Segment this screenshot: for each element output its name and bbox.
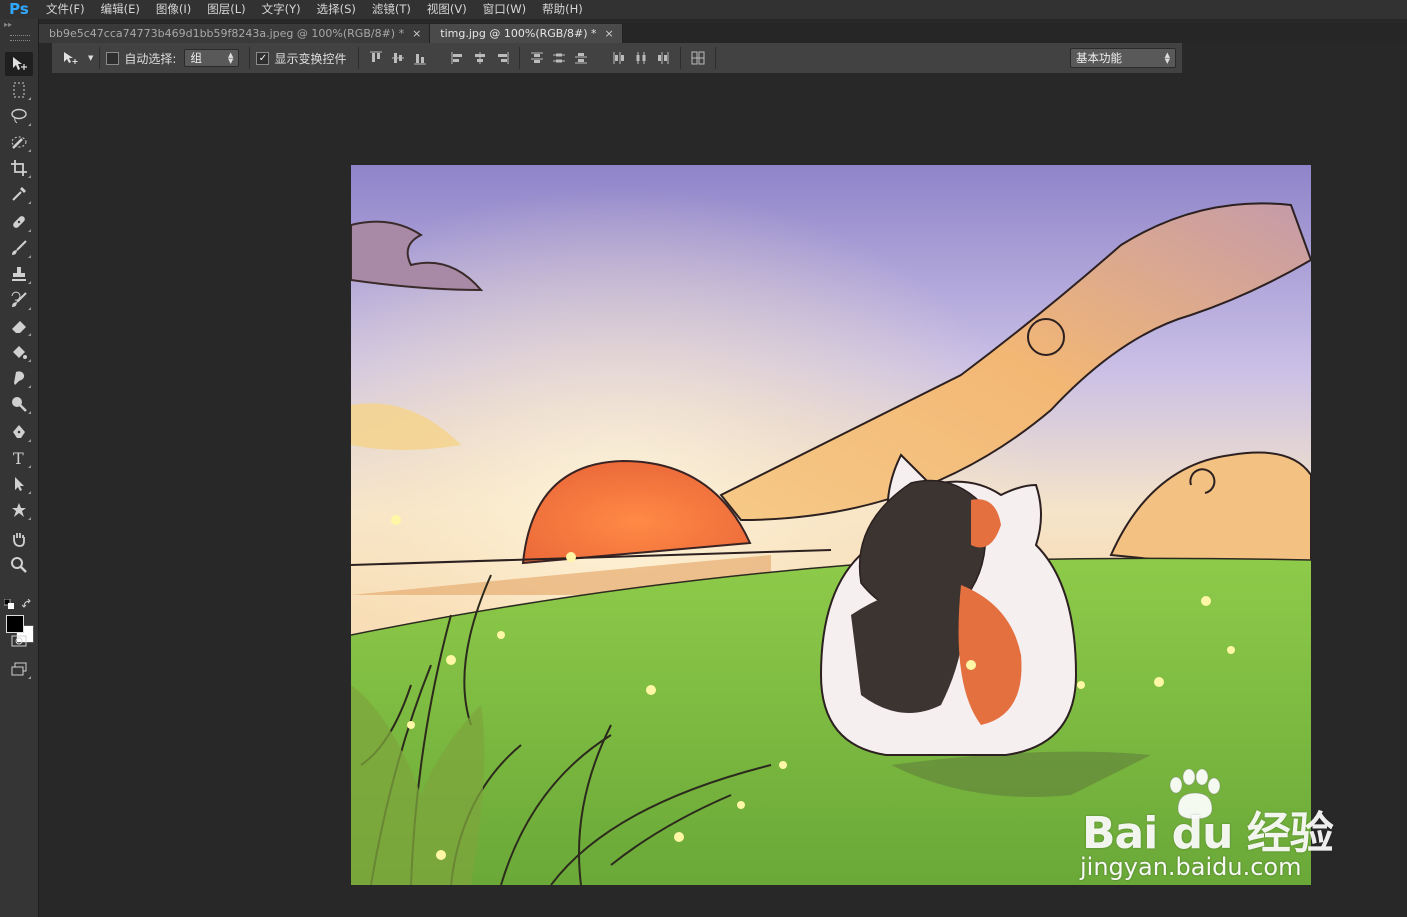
default-colors-icon[interactable] (4, 599, 14, 609)
align-bottom-icon[interactable] (412, 50, 428, 66)
close-icon[interactable]: × (605, 27, 614, 40)
pen-tool-icon[interactable] (5, 420, 33, 444)
close-icon[interactable]: × (412, 27, 421, 40)
custom-shape-tool-icon[interactable] (5, 498, 33, 522)
menu-image[interactable]: 图像(I) (148, 0, 199, 19)
auto-select-label: 自动选择: (124, 51, 177, 66)
swap-colors-icon[interactable] (22, 599, 32, 609)
menu-type[interactable]: 文字(Y) (254, 0, 309, 19)
select-arrows-icon: ▲ ▼ (228, 51, 234, 65)
options-bar: ▼ 自动选择: 组 ▲ ▼ ✓ 显示变换控件 基本功能 ▲ ▼ (52, 43, 1182, 73)
separator (519, 47, 521, 69)
path-select-tool-icon[interactable] (5, 472, 33, 496)
distribute-right-icon[interactable] (655, 50, 671, 66)
tool-preset-picker[interactable]: ▼ (62, 50, 93, 66)
align-right-icon[interactable] (494, 50, 510, 66)
photoshop-logo: Ps (9, 0, 29, 18)
clone-stamp-tool-icon[interactable] (5, 262, 33, 286)
paint-bucket-tool-icon[interactable] (5, 340, 33, 364)
separator (358, 47, 360, 69)
crop-tool-icon[interactable] (5, 156, 33, 180)
show-transform-label: 显示变换控件 (274, 51, 347, 66)
separator (249, 47, 251, 69)
auto-align-layers-icon[interactable] (690, 50, 706, 66)
menu-file[interactable]: 文件(F) (38, 0, 93, 19)
separator (680, 47, 682, 69)
watermark-brand-text: Bai du 经验 (1082, 808, 1334, 859)
distribute-left-icon[interactable] (611, 50, 627, 66)
align-top-icon[interactable] (368, 50, 384, 66)
panel-grip-icon[interactable] (10, 35, 30, 41)
workspace-switcher[interactable]: 基本功能 ▲ ▼ (1070, 48, 1176, 68)
screen-mode-icon[interactable] (5, 657, 33, 681)
menu-edit[interactable]: 编辑(E) (93, 0, 148, 19)
watermark-url-text: jingyan.baidu.com (1080, 853, 1302, 881)
quick-select-tool-icon[interactable] (5, 130, 33, 154)
document-tab-bar: bb9e5c47cca74773b469d1bb59f8243a.jpeg @ … (39, 23, 1407, 43)
tools-panel: ▸▸ T (0, 19, 39, 917)
auto-select-target-value: 组 (190, 51, 202, 65)
workspace-switcher-value: 基本功能 (1076, 51, 1122, 65)
quick-mask-icon[interactable] (5, 629, 33, 653)
type-tool-icon[interactable]: T (5, 446, 33, 470)
menu-window[interactable]: 窗口(W) (475, 0, 534, 19)
align-vertical-center-icon[interactable] (390, 50, 406, 66)
zoom-tool-icon[interactable] (5, 553, 33, 577)
document-tab-label: timg.jpg @ 100%(RGB/8#) * (440, 27, 597, 40)
auto-select-checkbox[interactable] (106, 51, 120, 65)
separator (437, 47, 441, 69)
eyedropper-tool-icon[interactable] (5, 182, 33, 206)
align-left-icon[interactable] (450, 50, 466, 66)
chevron-down-icon: ▼ (88, 54, 94, 62)
document-tab-active[interactable]: timg.jpg @ 100%(RGB/8#) * × (430, 24, 623, 43)
smudge-tool-icon[interactable] (5, 366, 33, 390)
baidu-jingyan-watermark: Bai du 经验 jingyan.baidu.com (1078, 769, 1338, 885)
menu-select[interactable]: 选择(S) (309, 0, 364, 19)
move-tool-icon[interactable] (5, 52, 33, 76)
move-tool-icon (64, 52, 78, 64)
distribute-vertical-center-icon[interactable] (551, 50, 567, 66)
distribute-top-icon[interactable] (529, 50, 545, 66)
menu-bar: Ps 文件(F) 编辑(E) 图像(I) 图层(L) 文字(Y) 选择(S) 滤… (0, 0, 1407, 19)
document-tab-label: bb9e5c47cca74773b469d1bb59f8243a.jpeg @ … (49, 27, 405, 40)
auto-select-target-select[interactable]: 组 ▲ ▼ (184, 49, 240, 67)
document-tab[interactable]: bb9e5c47cca74773b469d1bb59f8243a.jpeg @ … (39, 24, 431, 43)
dodge-tool-icon[interactable] (5, 392, 33, 416)
separator (598, 47, 602, 69)
menu-help[interactable]: 帮助(H) (534, 0, 591, 19)
hand-tool-icon[interactable] (5, 527, 33, 551)
svg-text:T: T (13, 449, 24, 467)
menu-layer[interactable]: 图层(L) (199, 0, 253, 19)
distribute-bottom-icon[interactable] (573, 50, 589, 66)
distribute-horizontal-center-icon[interactable] (633, 50, 649, 66)
lasso-tool-icon[interactable] (5, 104, 33, 128)
select-arrows-icon: ▲ ▼ (1164, 51, 1170, 65)
marquee-tool-icon[interactable] (5, 78, 33, 102)
menu-filter[interactable]: 滤镜(T) (364, 0, 419, 19)
panel-collapse-arrows-icon[interactable]: ▸▸ (4, 21, 34, 29)
separator (99, 47, 101, 69)
menu-view[interactable]: 视图(V) (419, 0, 475, 19)
align-horizontal-center-icon[interactable] (472, 50, 488, 66)
eraser-tool-icon[interactable] (5, 314, 33, 338)
healing-brush-tool-icon[interactable] (5, 210, 33, 234)
show-transform-checkbox[interactable]: ✓ (256, 51, 270, 65)
brush-tool-icon[interactable] (5, 236, 33, 260)
history-brush-tool-icon[interactable] (5, 288, 33, 312)
separator (715, 47, 717, 69)
